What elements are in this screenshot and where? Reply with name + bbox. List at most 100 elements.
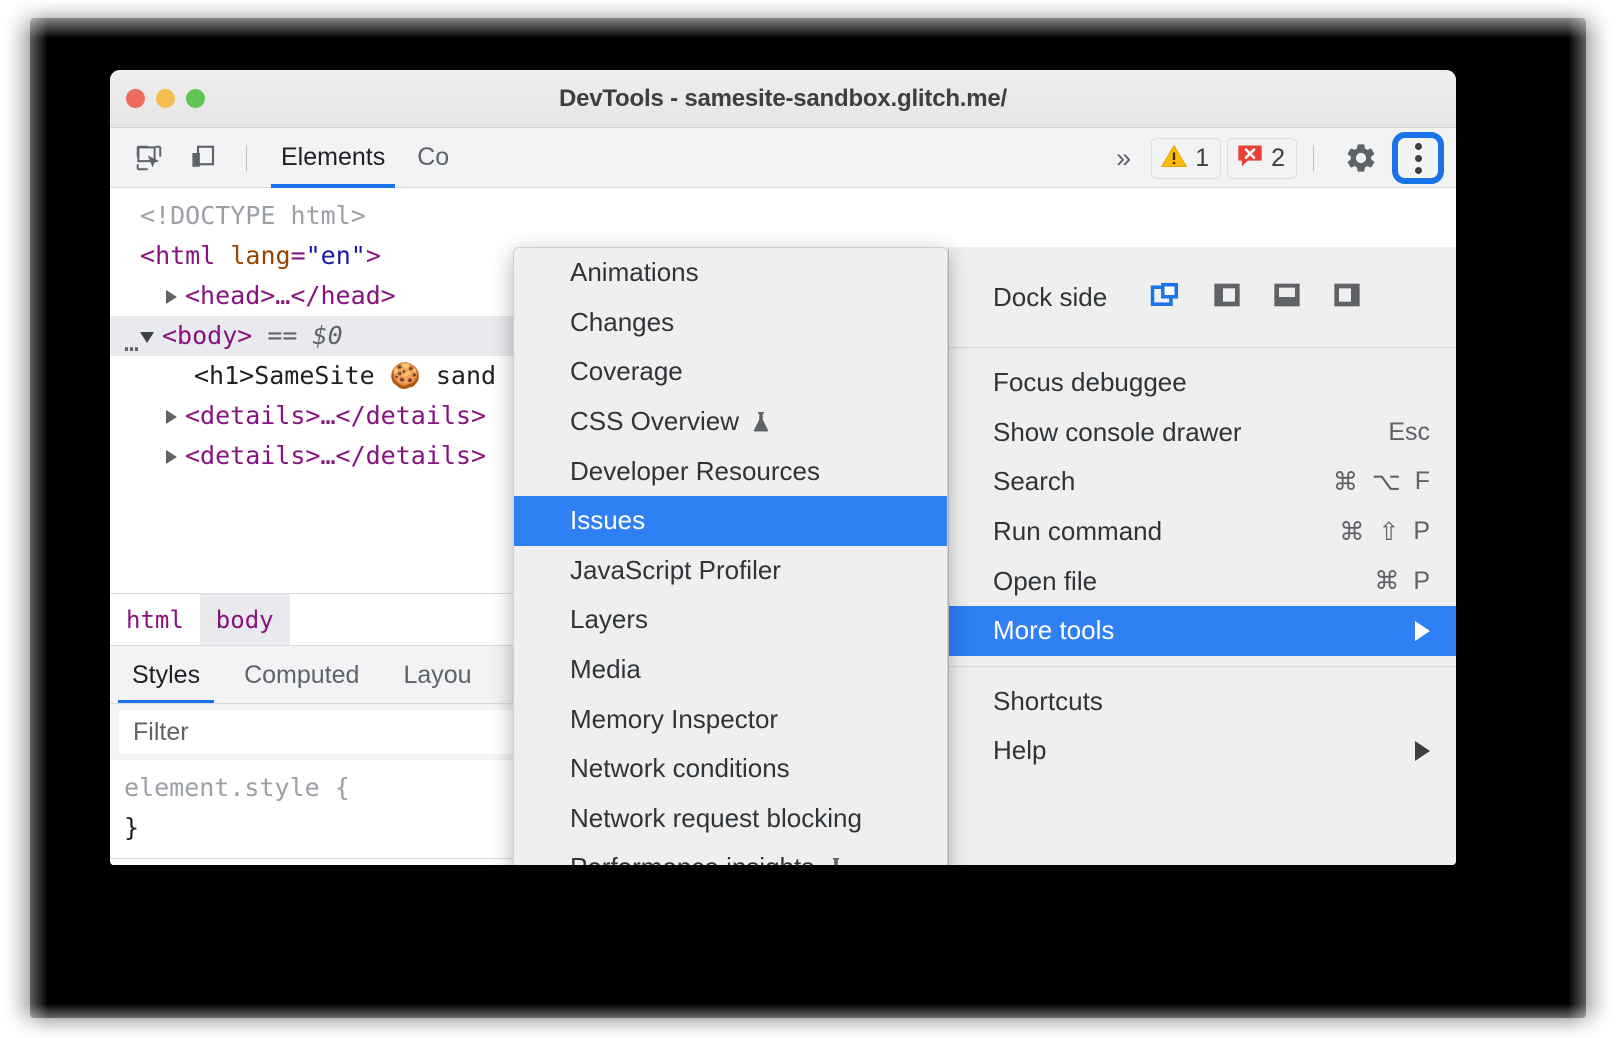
key: ⇧: [1378, 517, 1399, 547]
submenu-arrow-icon: [1415, 621, 1430, 641]
tab-elements[interactable]: Elements: [265, 128, 401, 188]
submenu-item-label: Developer Resources: [570, 456, 820, 487]
screenshot-stage: DevTools - samesite-sandbox.glitch.me/: [0, 0, 1616, 1038]
warning-triangle-icon: [1160, 142, 1188, 175]
submenu-item-network-conditions[interactable]: Network conditions: [514, 744, 947, 794]
collapse-triangle-icon[interactable]: [140, 332, 154, 343]
submenu-item-label: Animations: [570, 257, 699, 288]
menu-item-label: Shortcuts: [993, 686, 1103, 717]
submenu-item-animations[interactable]: Animations: [514, 248, 947, 298]
menu-item-shortcut: ⌘ ⌥ F: [1333, 467, 1430, 497]
dom-node: <body>: [162, 321, 252, 350]
dock-to-left-icon[interactable]: [1211, 279, 1243, 316]
submenu-item-label: Changes: [570, 307, 674, 338]
menu-item-label: Run command: [993, 516, 1162, 547]
breadcrumb-item-html[interactable]: html: [110, 594, 200, 646]
menu-item-help[interactable]: Help: [949, 726, 1456, 776]
menu-item-shortcut: ⌘ ⇧ P: [1339, 517, 1430, 547]
menu-item-search[interactable]: Search ⌘ ⌥ F: [949, 457, 1456, 507]
menu-spacer: [949, 348, 1456, 358]
submenu-item-memory-inspector[interactable]: Memory Inspector: [514, 694, 947, 744]
warning-badge[interactable]: 1: [1151, 138, 1221, 179]
devtools-main-menu: Dock side: [948, 247, 1456, 865]
key: ⌘: [1333, 467, 1358, 497]
dom-doctype: <!DOCTYPE html>: [140, 201, 366, 230]
submenu-item-layers[interactable]: Layers: [514, 595, 947, 645]
close-window-button[interactable]: [126, 89, 145, 108]
key: ⌘: [1339, 517, 1364, 547]
menu-item-run-command[interactable]: Run command ⌘ ⇧ P: [949, 507, 1456, 557]
error-badge[interactable]: 2: [1227, 138, 1297, 179]
menu-item-open-file[interactable]: Open file ⌘ P: [949, 556, 1456, 606]
dock-to-right-icon[interactable]: [1331, 279, 1363, 316]
submenu-item-label: Network conditions: [570, 753, 790, 784]
window-title-bar: DevTools - samesite-sandbox.glitch.me/: [110, 70, 1456, 128]
dock-side-label: Dock side: [993, 282, 1107, 313]
more-tools-submenu: Animations Changes Coverage CSS Overview: [513, 247, 948, 865]
tab-console[interactable]: Co: [401, 128, 465, 188]
menu-item-shortcut: ⌘ P: [1374, 566, 1430, 596]
submenu-item-javascript-profiler[interactable]: JavaScript Profiler: [514, 546, 947, 596]
panel-tabs: Elements Co: [265, 128, 465, 188]
experimental-flask-icon: [824, 855, 848, 865]
submenu-item-label: Coverage: [570, 356, 683, 387]
devtools-window: DevTools - samesite-sandbox.glitch.me/: [110, 70, 1456, 865]
dock-to-bottom-icon[interactable]: [1271, 279, 1303, 316]
menu-item-show-console-drawer[interactable]: Show console drawer Esc: [949, 408, 1456, 458]
expand-triangle-icon[interactable]: [166, 450, 177, 464]
menu-item-label: Search: [993, 466, 1075, 497]
submenu-item-label: Layers: [570, 604, 648, 635]
traffic-lights: [126, 89, 205, 108]
tab-computed[interactable]: Computed: [222, 646, 381, 704]
menu-item-shortcuts[interactable]: Shortcuts: [949, 677, 1456, 727]
menu-spacer: [949, 667, 1456, 677]
menu-item-more-tools[interactable]: More tools: [949, 606, 1456, 656]
devtools-body: <!DOCTYPE html> <html lang="en"> <head>……: [110, 188, 1456, 865]
submenu-item-media[interactable]: Media: [514, 645, 947, 695]
toolbar-divider: [246, 145, 247, 171]
submenu-item-changes[interactable]: Changes: [514, 298, 947, 348]
dom-row[interactable]: <!DOCTYPE html>: [110, 196, 990, 236]
submenu-item-issues[interactable]: Issues: [514, 496, 947, 546]
submenu-item-label: Issues: [570, 505, 645, 536]
devtools-toolbar: Elements Co » 1: [110, 128, 1456, 188]
submenu-item-network-request-blocking[interactable]: Network request blocking: [514, 794, 947, 844]
gear-icon[interactable]: [1340, 137, 1382, 179]
undock-into-separate-window-icon[interactable]: [1149, 278, 1183, 317]
tab-layout[interactable]: Layou: [381, 646, 493, 704]
maximize-window-button[interactable]: [186, 89, 205, 108]
submenu-item-performance-insights[interactable]: Performance insights: [514, 843, 947, 865]
kebab-menu-icon[interactable]: [1394, 134, 1442, 182]
dom-node: <details>…</details>: [185, 401, 486, 430]
device-toolbar-icon[interactable]: [182, 137, 224, 179]
css-brace-close: }: [124, 813, 139, 842]
expand-triangle-icon[interactable]: [166, 290, 177, 304]
key: ⌥: [1372, 467, 1401, 497]
submenu-item-label: Media: [570, 654, 641, 685]
more-tabs-chevron-icon[interactable]: »: [1102, 143, 1145, 174]
dom-node: <h1>SameSite 🍪 sand: [194, 361, 496, 390]
submenu-item-label: Network request blocking: [570, 803, 862, 834]
minimize-window-button[interactable]: [156, 89, 175, 108]
experimental-flask-icon: [749, 409, 773, 435]
submenu-item-developer-resources[interactable]: Developer Resources: [514, 446, 947, 496]
breadcrumb-item-body[interactable]: body: [200, 594, 290, 646]
dom-attr-name: lang: [230, 241, 290, 270]
submenu-item-css-overview[interactable]: CSS Overview: [514, 397, 947, 447]
menu-item-focus-debuggee[interactable]: Focus debuggee: [949, 358, 1456, 408]
key: P: [1413, 517, 1430, 546]
dock-side-options: [1149, 278, 1363, 317]
submenu-item-label: JavaScript Profiler: [570, 555, 781, 586]
tab-styles[interactable]: Styles: [110, 646, 222, 704]
warning-count: 1: [1195, 144, 1209, 173]
inspect-element-icon[interactable]: [128, 137, 170, 179]
submenu-item-label: Performance insights: [570, 852, 814, 865]
dom-node: <details>…</details>: [185, 441, 486, 470]
submenu-arrow-icon: [1415, 741, 1430, 761]
expand-triangle-icon[interactable]: [166, 410, 177, 424]
key: F: [1415, 467, 1430, 496]
toolbar-divider-2: [1313, 145, 1314, 171]
menu-item-label: Help: [993, 735, 1046, 766]
submenu-item-coverage[interactable]: Coverage: [514, 347, 947, 397]
error-count: 2: [1271, 144, 1285, 173]
